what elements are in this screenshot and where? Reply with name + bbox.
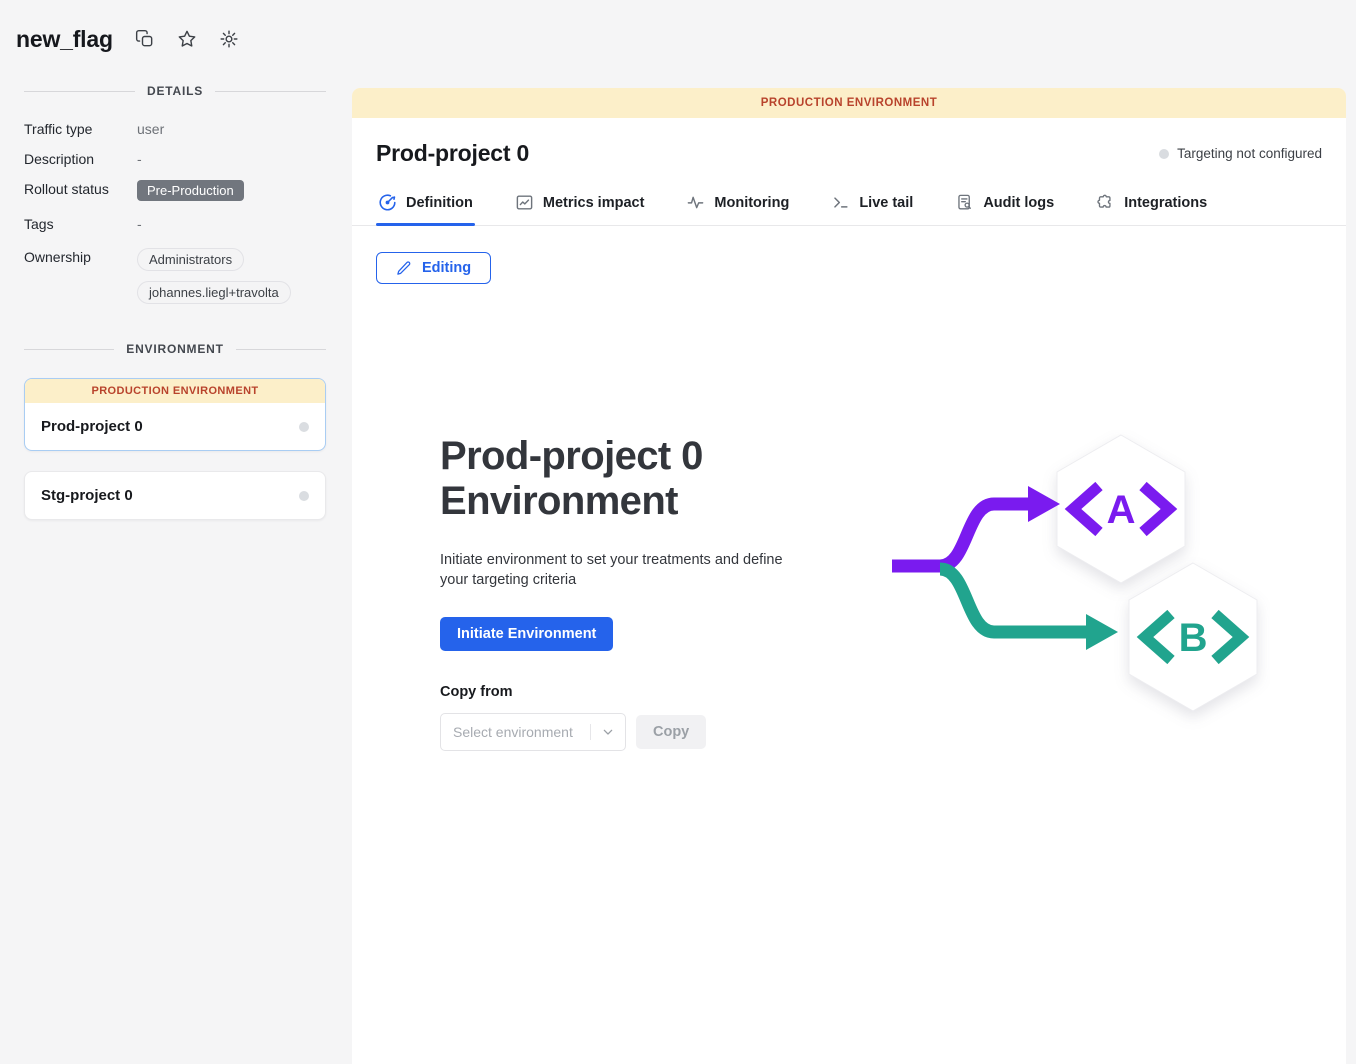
svg-text:B: B [1179, 616, 1208, 660]
tab-metrics-impact[interactable]: Metrics impact [513, 185, 647, 225]
purple-arrowhead [1028, 486, 1060, 522]
detail-label: Rollout status [24, 180, 137, 197]
tab-integrations[interactable]: Integrations [1094, 185, 1209, 225]
divider [24, 349, 114, 350]
top-header: new_flag [0, 0, 1356, 70]
editing-button-label: Editing [422, 260, 471, 276]
gear-icon[interactable] [219, 29, 239, 49]
detail-value: user [137, 120, 164, 137]
app-root: new_flag [0, 0, 1356, 1064]
metrics-icon [515, 193, 534, 212]
tab-label: Definition [406, 195, 473, 211]
details-section-header: DETAILS [24, 84, 326, 98]
editing-button[interactable]: Editing [376, 252, 491, 284]
env-card-production-banner: PRODUCTION ENVIRONMENT [25, 379, 325, 403]
production-environment-banner: PRODUCTION ENVIRONMENT [352, 88, 1346, 118]
environment-title: Prod-project 0 [376, 140, 529, 167]
tab-live-tail[interactable]: Live tail [829, 185, 915, 225]
livetail-icon [831, 193, 850, 212]
divider [215, 91, 326, 92]
star-icon[interactable] [177, 29, 197, 49]
main-panel: PRODUCTION ENVIRONMENT Prod-project 0 Ta… [352, 88, 1346, 1064]
header-actions [135, 29, 239, 49]
chevron-down-icon [590, 724, 616, 740]
env-status-dot [299, 491, 309, 501]
detail-row-rollout-status: Rollout status Pre-Production [24, 180, 326, 201]
environment-section-header: ENVIRONMENT [24, 342, 326, 356]
monitoring-icon [686, 193, 705, 212]
divider [236, 349, 326, 350]
rollout-status-badge: Pre-Production [137, 180, 244, 201]
tab-bar: Definition Metrics impact [352, 185, 1346, 226]
copy-icon[interactable] [135, 29, 155, 49]
select-environment-placeholder: Select environment [453, 724, 582, 740]
detail-row-ownership: Ownership Administrators johannes.liegl+… [24, 248, 326, 304]
targeting-status: Targeting not configured [1159, 146, 1322, 161]
detail-row-tags: Tags - [24, 215, 326, 236]
select-environment-dropdown[interactable]: Select environment [440, 713, 626, 751]
hero-subtitle: Initiate environment to set your treatme… [440, 551, 808, 589]
body-row: DETAILS Traffic type user Description - … [0, 70, 1356, 1064]
copy-button[interactable]: Copy [636, 715, 706, 749]
hero-title: Prod-project 0 Environment [440, 434, 780, 524]
tab-audit-logs[interactable]: Audit logs [953, 185, 1056, 225]
ownership-pill[interactable]: Administrators [137, 248, 244, 271]
detail-label: Ownership [24, 248, 137, 265]
detail-label: Tags [24, 215, 137, 232]
hero-text-column: Prod-project 0 Environment Initiate envi… [440, 434, 870, 751]
ownership-pills: Administrators johannes.liegl+travolta [137, 248, 291, 304]
divider [24, 91, 135, 92]
editing-row: Editing [352, 226, 1346, 284]
sidebar: DETAILS Traffic type user Description - … [0, 70, 352, 1064]
ownership-pill[interactable]: johannes.liegl+travolta [137, 281, 291, 304]
environment-section: ENVIRONMENT PRODUCTION ENVIRONMENT Prod-… [24, 342, 326, 520]
env-card-prod[interactable]: PRODUCTION ENVIRONMENT Prod-project 0 [24, 378, 326, 451]
detail-value: - [137, 150, 142, 167]
panel-header: Prod-project 0 Targeting not configured [352, 118, 1346, 185]
env-card-name: Stg-project 0 [41, 487, 133, 504]
copy-from-label: Copy from [440, 684, 870, 700]
env-card-name: Prod-project 0 [41, 418, 143, 435]
ab-split-illustration: A B [890, 430, 1270, 735]
tab-label: Monitoring [714, 195, 789, 211]
detail-value: - [137, 215, 142, 232]
env-card-stg[interactable]: Stg-project 0 [24, 471, 326, 520]
integrations-icon [1096, 193, 1115, 212]
detail-label: Traffic type [24, 120, 137, 137]
definition-icon [378, 193, 397, 212]
detail-row-description: Description - [24, 150, 326, 171]
targeting-status-label: Targeting not configured [1177, 146, 1322, 161]
initiate-environment-hero: Prod-project 0 Environment Initiate envi… [352, 434, 1346, 751]
tab-label: Audit logs [983, 195, 1054, 211]
initiate-environment-button[interactable]: Initiate Environment [440, 617, 613, 651]
detail-label: Description [24, 150, 137, 167]
tab-monitoring[interactable]: Monitoring [684, 185, 791, 225]
tab-label: Metrics impact [543, 195, 645, 211]
detail-row-traffic-type: Traffic type user [24, 120, 326, 141]
pencil-icon [396, 260, 412, 276]
environment-heading: ENVIRONMENT [126, 342, 223, 356]
audit-icon [955, 193, 974, 212]
svg-text:A: A [1107, 488, 1136, 532]
tab-label: Integrations [1124, 195, 1207, 211]
details-heading: DETAILS [147, 84, 203, 98]
tab-definition[interactable]: Definition [376, 185, 475, 225]
status-dot [1159, 149, 1169, 159]
env-status-dot [299, 422, 309, 432]
copy-from-row: Select environment Copy [440, 713, 870, 751]
tab-label: Live tail [859, 195, 913, 211]
teal-arrowhead [1086, 614, 1118, 650]
flag-name-title: new_flag [16, 26, 113, 53]
